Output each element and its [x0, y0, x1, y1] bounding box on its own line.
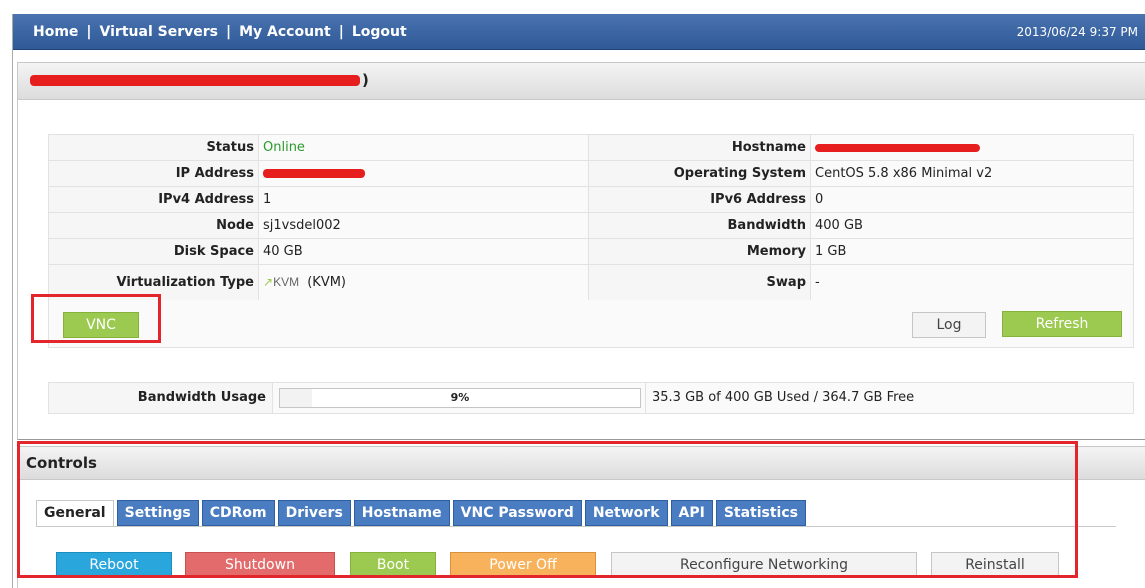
- table-row: Status Online Hostname: [48, 134, 1134, 161]
- ip-address-value: [258, 160, 589, 187]
- bandwidth-value: 400 GB: [810, 212, 1134, 239]
- node-label: Node: [48, 212, 259, 239]
- bandwidth-label: Bandwidth: [588, 212, 811, 239]
- node-value: sj1vsdel002: [258, 212, 589, 239]
- nav-home-link[interactable]: Home: [33, 24, 78, 40]
- nav-logout-link[interactable]: Logout: [352, 24, 407, 40]
- server-title-suffix: ): [362, 71, 369, 89]
- nav-separator: |: [86, 24, 92, 40]
- table-row: IP Address Operating System CentOS 5.8 x…: [48, 160, 1134, 187]
- top-nav-bar: Home | Virtual Servers | My Account | Logout 2…: [13, 14, 1145, 50]
- disk-space-value: 40 GB: [258, 238, 589, 265]
- redacted-ip-address: [263, 169, 365, 178]
- page-frame: Home | Virtual Servers | My Account | Logout 2…: [12, 14, 1145, 588]
- nav-separator: |: [225, 24, 232, 40]
- bandwidth-usage-percent: 9%: [450, 391, 470, 404]
- hostname-value: [810, 134, 1134, 161]
- operating-system-label: Operating System: [588, 160, 811, 187]
- redacted-server-name: [30, 75, 360, 86]
- memory-value: 1 GB: [810, 238, 1134, 265]
- controls-highlight-box: [17, 441, 1078, 578]
- vnc-highlight-box: [31, 294, 161, 343]
- status-label: Status: [48, 134, 259, 161]
- server-title-bar: ): [17, 62, 1145, 100]
- status-online-text: Online: [263, 140, 305, 155]
- redacted-hostname: [815, 143, 980, 152]
- hostname-label: Hostname: [588, 134, 811, 161]
- swap-value: -: [810, 264, 1134, 301]
- operating-system-value: CentOS 5.8 x86 Minimal v2: [810, 160, 1134, 187]
- ipv6-address-value: 0: [810, 186, 1134, 213]
- kvm-logo: ↗KVM: [263, 275, 300, 289]
- ipv6-address-label: IPv6 Address: [588, 186, 811, 213]
- server-info-panel: Status Online Hostname IP Address Operat…: [17, 100, 1145, 440]
- status-value: Online: [258, 134, 589, 161]
- current-datetime: 2013/06/24 9:37 PM: [1016, 25, 1138, 39]
- log-button[interactable]: Log: [912, 312, 986, 338]
- ipv4-address-label: IPv4 Address: [48, 186, 259, 213]
- bandwidth-usage-label: Bandwidth Usage: [49, 383, 273, 413]
- nav-my-account-link[interactable]: My Account: [239, 24, 331, 40]
- server-info-table: Status Online Hostname IP Address Operat…: [48, 134, 1134, 301]
- nav-separator: |: [338, 24, 344, 40]
- disk-space-label: Disk Space: [48, 238, 259, 265]
- nav-virtual-servers-link[interactable]: Virtual Servers: [100, 24, 218, 40]
- main-nav: Home | Virtual Servers | My Account | Logout: [33, 24, 407, 40]
- ipv4-address-value: 1: [258, 186, 589, 213]
- virtualization-type-text: (KVM): [307, 275, 346, 290]
- swap-label: Swap: [588, 264, 811, 301]
- bandwidth-usage-summary: 35.3 GB of 400 GB Used / 364.7 GB Free: [645, 383, 914, 413]
- memory-label: Memory: [588, 238, 811, 265]
- virtualization-type-value: ↗KVM (KVM): [258, 264, 589, 301]
- bandwidth-usage-row: Bandwidth Usage 9% 35.3 GB of 400 GB Use…: [48, 382, 1134, 414]
- table-row: Disk Space 40 GB Memory 1 GB: [48, 238, 1134, 265]
- table-row: Virtualization Type ↗KVM (KVM) Swap -: [48, 264, 1134, 301]
- refresh-button[interactable]: Refresh: [1002, 311, 1122, 337]
- bandwidth-usage-bar: 9%: [279, 388, 641, 408]
- table-row: IPv4 Address 1 IPv6 Address 0: [48, 186, 1134, 213]
- table-row: Node sj1vsdel002 Bandwidth 400 GB: [48, 212, 1134, 239]
- server-action-row: VNC Log Refresh: [48, 300, 1134, 348]
- ip-address-label: IP Address: [48, 160, 259, 187]
